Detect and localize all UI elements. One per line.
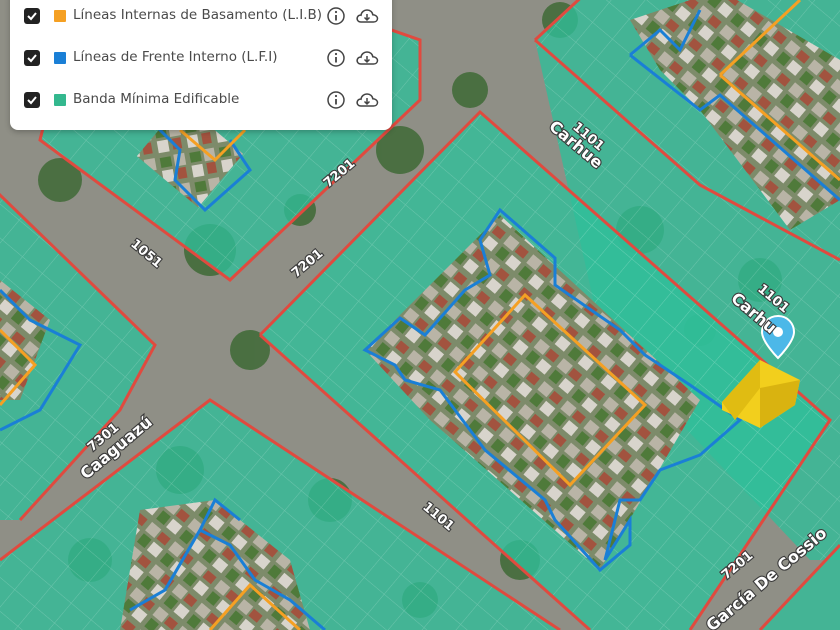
layer-label: Líneas Internas de Basamento (L.I.B) [73, 7, 323, 23]
cloud-download-icon[interactable] [355, 90, 379, 110]
layer-label: Banda Mínima Edificable [73, 91, 240, 107]
info-icon[interactable] [326, 48, 346, 68]
checkbox-checked[interactable] [24, 8, 40, 24]
info-icon[interactable] [326, 90, 346, 110]
layer-row-lfi[interactable]: Líneas de Frente Interno (L.F.I) [10, 43, 392, 73]
layer-panel: Líneas Internas de Basamento (L.I.B) Lín… [10, 0, 392, 130]
layer-row-lib[interactable]: Líneas Internas de Basamento (L.I.B) [10, 1, 392, 31]
checkbox-checked[interactable] [24, 92, 40, 108]
checkbox-checked[interactable] [24, 50, 40, 66]
legend-swatch-blue [54, 52, 66, 64]
legend-swatch-orange [54, 10, 66, 22]
legend-swatch-green [54, 94, 66, 106]
info-icon[interactable] [326, 6, 346, 26]
layer-row-banda[interactable]: Banda Mínima Edificable [10, 85, 392, 115]
cloud-download-icon[interactable] [355, 48, 379, 68]
cloud-download-icon[interactable] [355, 6, 379, 26]
layer-label: Líneas de Frente Interno (L.F.I) [73, 49, 278, 65]
